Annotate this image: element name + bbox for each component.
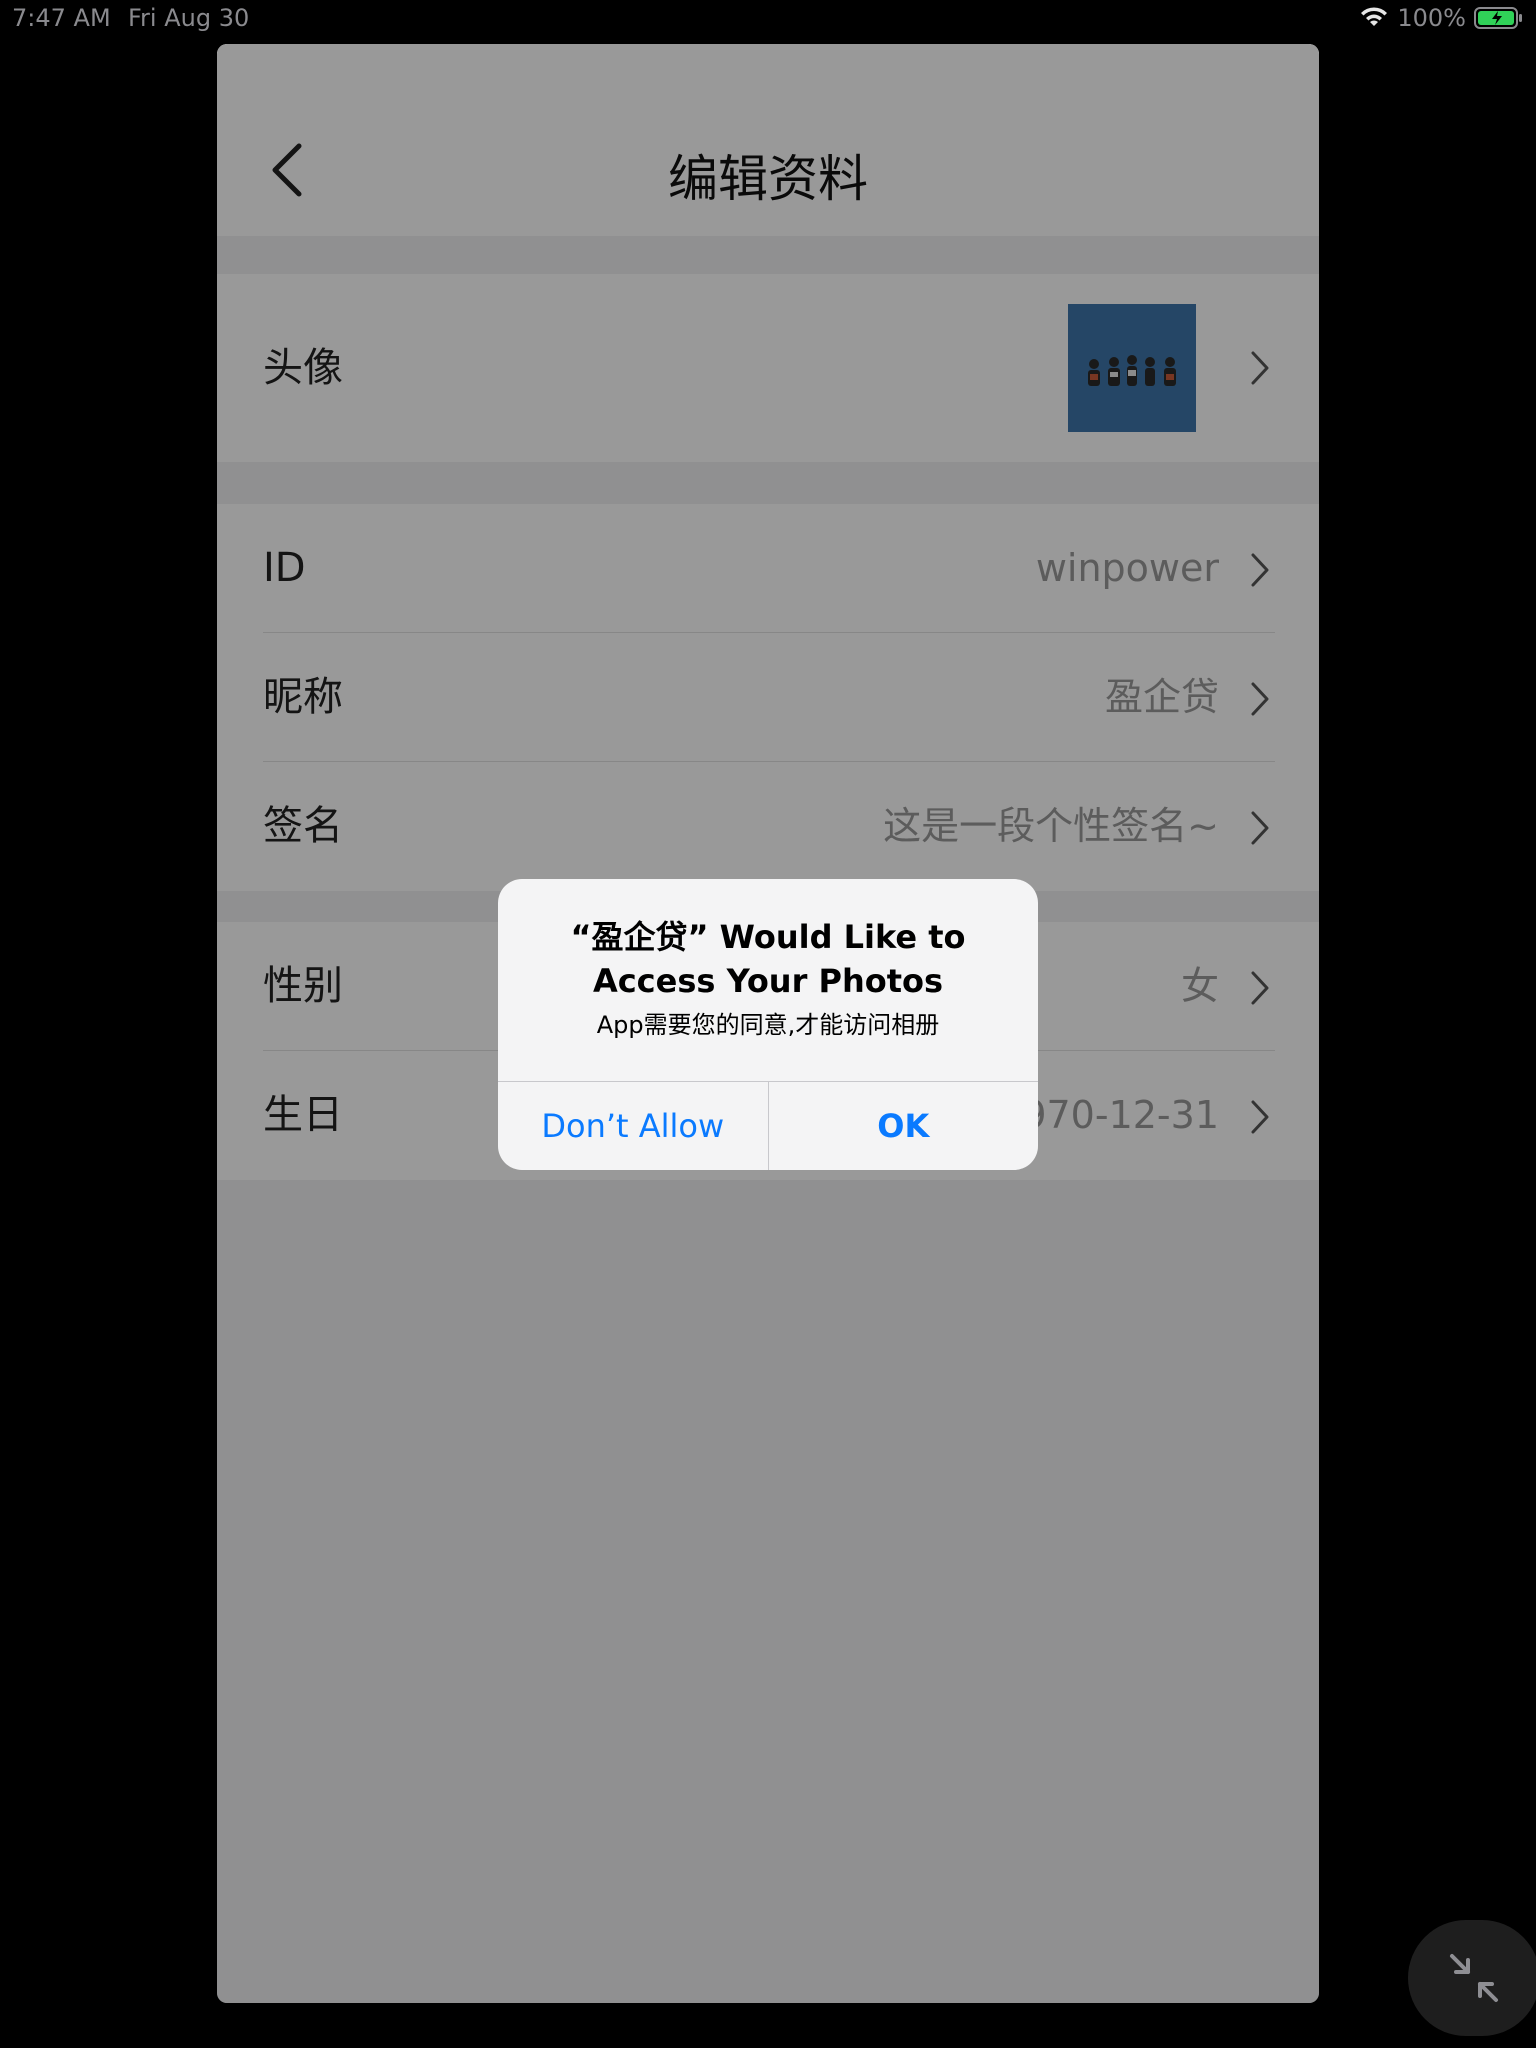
ok-button[interactable]: OK [769, 1082, 1039, 1170]
status-time: 7:47 AM [12, 4, 111, 32]
collapse-arrows-icon [1450, 1954, 1498, 2002]
battery-charging-icon [1474, 7, 1522, 29]
photo-permission-alert: “盈企贷” Would Like to Access Your Photos A… [498, 879, 1038, 1170]
battery-percent: 100% [1397, 4, 1466, 32]
alert-message: App需要您的同意,才能访问相册 [596, 1011, 940, 1039]
status-bar: 7:47 AM Fri Aug 30 100% [0, 0, 1536, 38]
dont-allow-button[interactable]: Don’t Allow [498, 1082, 769, 1170]
status-date: Fri Aug 30 [128, 4, 250, 32]
floating-collapse-button[interactable] [1408, 1920, 1536, 2036]
status-indicators: 100% [1359, 4, 1524, 32]
wifi-icon [1361, 7, 1388, 26]
alert-title: “盈企贷” Would Like to Access Your Photos [570, 918, 966, 1000]
alert-button-row: Don’t Allow OK [498, 1081, 1038, 1170]
